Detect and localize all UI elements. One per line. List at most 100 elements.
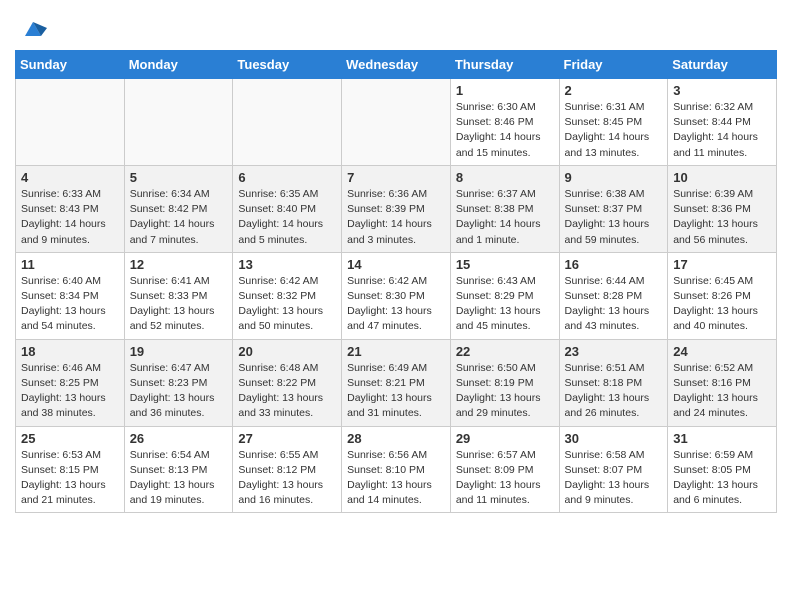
day-number: 27 [238, 431, 336, 446]
day-number: 15 [456, 257, 554, 272]
day-number: 7 [347, 170, 445, 185]
calendar-cell: 29 Sunrise: 6:57 AMSunset: 8:09 PMDayligh… [450, 426, 559, 513]
calendar-cell: 22 Sunrise: 6:50 AMSunset: 8:19 PMDayligh… [450, 339, 559, 426]
day-number: 12 [130, 257, 228, 272]
day-detail: Sunrise: 6:44 AMSunset: 8:28 PMDaylight:… [565, 274, 663, 335]
calendar-cell: 20Sunrise: 6:48 AMSunset: 8:22 PMDayligh… [233, 339, 342, 426]
day-detail: Sunrise: 6:51 AMSunset: 8:18 PMDaylight:… [565, 361, 663, 422]
day-number: 30 [565, 431, 663, 446]
calendar-cell: 2 Sunrise: 6:31 AMSunset: 8:45 PMDaylight… [559, 79, 668, 166]
day-number: 23 [565, 344, 663, 359]
day-number: 31 [673, 431, 771, 446]
calendar-cell: 30 Sunrise: 6:58 AMSunset: 8:07 PMDayligh… [559, 426, 668, 513]
day-number: 14 [347, 257, 445, 272]
calendar-cell [342, 79, 451, 166]
day-detail: Sunrise: 6:33 AMSunset: 8:43 PMDaylight:… [21, 187, 119, 248]
column-header-wednesday: Wednesday [342, 51, 451, 79]
day-number: 22 [456, 344, 554, 359]
calendar-week-row: 1 Sunrise: 6:30 AMSunset: 8:46 PMDaylight… [16, 79, 777, 166]
day-detail: Sunrise: 6:58 AMSunset: 8:07 PMDaylight:… [565, 448, 663, 509]
calendar-week-row: 18 Sunrise: 6:46 AMSunset: 8:25 PMDayligh… [16, 339, 777, 426]
day-detail: Sunrise: 6:54 AMSunset: 8:13 PMDaylight:… [130, 448, 228, 509]
day-number: 6 [238, 170, 336, 185]
column-header-thursday: Thursday [450, 51, 559, 79]
calendar-cell: 31 Sunrise: 6:59 AMSunset: 8:05 PMDayligh… [668, 426, 777, 513]
day-number: 18 [21, 344, 119, 359]
calendar-cell: 23 Sunrise: 6:51 AMSunset: 8:18 PMDayligh… [559, 339, 668, 426]
column-header-friday: Friday [559, 51, 668, 79]
day-number: 24 [673, 344, 771, 359]
day-detail: Sunrise: 6:40 AMSunset: 8:34 PMDaylight:… [21, 274, 119, 335]
day-detail: Sunrise: 6:56 AMSunset: 8:10 PMDaylight:… [347, 448, 445, 509]
day-number: 9 [565, 170, 663, 185]
page-header [15, 10, 777, 42]
day-detail: Sunrise: 6:35 AMSunset: 8:40 PMDaylight:… [238, 187, 336, 248]
calendar-header-row: SundayMondayTuesdayWednesdayThursdayFrid… [16, 51, 777, 79]
calendar-cell: 19 Sunrise: 6:47 AMSunset: 8:23 PMDayligh… [124, 339, 233, 426]
day-number: 17 [673, 257, 771, 272]
calendar-cell: 12 Sunrise: 6:41 AMSunset: 8:33 PMDayligh… [124, 252, 233, 339]
day-detail: Sunrise: 6:48 AMSunset: 8:22 PMDaylight:… [238, 361, 336, 422]
day-detail: Sunrise: 6:50 AMSunset: 8:19 PMDaylight:… [456, 361, 554, 422]
day-detail: Sunrise: 6:38 AMSunset: 8:37 PMDaylight:… [565, 187, 663, 248]
day-number: 21 [347, 344, 445, 359]
calendar-cell: 14Sunrise: 6:42 AMSunset: 8:30 PMDayligh… [342, 252, 451, 339]
day-number: 26 [130, 431, 228, 446]
calendar-cell: 21 Sunrise: 6:49 AMSunset: 8:21 PMDayligh… [342, 339, 451, 426]
calendar-cell: 24 Sunrise: 6:52 AMSunset: 8:16 PMDayligh… [668, 339, 777, 426]
calendar-cell: 16 Sunrise: 6:44 AMSunset: 8:28 PMDayligh… [559, 252, 668, 339]
calendar-cell [124, 79, 233, 166]
calendar-week-row: 11 Sunrise: 6:40 AMSunset: 8:34 PMDayligh… [16, 252, 777, 339]
day-detail: Sunrise: 6:34 AMSunset: 8:42 PMDaylight:… [130, 187, 228, 248]
day-detail: Sunrise: 6:46 AMSunset: 8:25 PMDaylight:… [21, 361, 119, 422]
calendar-cell [233, 79, 342, 166]
calendar-cell: 11 Sunrise: 6:40 AMSunset: 8:34 PMDayligh… [16, 252, 125, 339]
day-detail: Sunrise: 6:57 AMSunset: 8:09 PMDaylight:… [456, 448, 554, 509]
day-detail: Sunrise: 6:45 AMSunset: 8:26 PMDaylight:… [673, 274, 771, 335]
calendar-cell: 25 Sunrise: 6:53 AMSunset: 8:15 PMDayligh… [16, 426, 125, 513]
calendar-week-row: 25 Sunrise: 6:53 AMSunset: 8:15 PMDayligh… [16, 426, 777, 513]
day-detail: Sunrise: 6:47 AMSunset: 8:23 PMDaylight:… [130, 361, 228, 422]
column-header-saturday: Saturday [668, 51, 777, 79]
column-header-sunday: Sunday [16, 51, 125, 79]
day-detail: Sunrise: 6:31 AMSunset: 8:45 PMDaylight:… [565, 100, 663, 161]
day-detail: Sunrise: 6:43 AMSunset: 8:29 PMDaylight:… [456, 274, 554, 335]
day-number: 5 [130, 170, 228, 185]
day-number: 25 [21, 431, 119, 446]
calendar-cell: 13 Sunrise: 6:42 AMSunset: 8:32 PMDayligh… [233, 252, 342, 339]
calendar-cell: 5 Sunrise: 6:34 AMSunset: 8:42 PMDaylight… [124, 165, 233, 252]
day-number: 1 [456, 83, 554, 98]
calendar-cell: 7Sunrise: 6:36 AMSunset: 8:39 PMDaylight… [342, 165, 451, 252]
day-number: 19 [130, 344, 228, 359]
day-number: 11 [21, 257, 119, 272]
day-number: 3 [673, 83, 771, 98]
day-detail: Sunrise: 6:37 AMSunset: 8:38 PMDaylight:… [456, 187, 554, 248]
day-detail: Sunrise: 6:39 AMSunset: 8:36 PMDaylight:… [673, 187, 771, 248]
logo-icon [19, 14, 47, 42]
day-detail: Sunrise: 6:42 AMSunset: 8:32 PMDaylight:… [238, 274, 336, 335]
day-number: 16 [565, 257, 663, 272]
day-number: 4 [21, 170, 119, 185]
calendar-cell: 4 Sunrise: 6:33 AMSunset: 8:43 PMDaylight… [16, 165, 125, 252]
day-detail: Sunrise: 6:41 AMSunset: 8:33 PMDaylight:… [130, 274, 228, 335]
day-detail: Sunrise: 6:53 AMSunset: 8:15 PMDaylight:… [21, 448, 119, 509]
day-number: 28 [347, 431, 445, 446]
calendar-cell: 8 Sunrise: 6:37 AMSunset: 8:38 PMDaylight… [450, 165, 559, 252]
calendar-cell: 28 Sunrise: 6:56 AMSunset: 8:10 PMDayligh… [342, 426, 451, 513]
calendar-cell: 6 Sunrise: 6:35 AMSunset: 8:40 PMDaylight… [233, 165, 342, 252]
day-number: 2 [565, 83, 663, 98]
day-number: 8 [456, 170, 554, 185]
day-detail: Sunrise: 6:49 AMSunset: 8:21 PMDaylight:… [347, 361, 445, 422]
column-header-monday: Monday [124, 51, 233, 79]
calendar-cell: 1 Sunrise: 6:30 AMSunset: 8:46 PMDaylight… [450, 79, 559, 166]
day-detail: Sunrise: 6:52 AMSunset: 8:16 PMDaylight:… [673, 361, 771, 422]
day-detail: Sunrise: 6:59 AMSunset: 8:05 PMDaylight:… [673, 448, 771, 509]
day-number: 13 [238, 257, 336, 272]
day-detail: Sunrise: 6:55 AMSunset: 8:12 PMDaylight:… [238, 448, 336, 509]
calendar-week-row: 4 Sunrise: 6:33 AMSunset: 8:43 PMDaylight… [16, 165, 777, 252]
calendar-cell: 9 Sunrise: 6:38 AMSunset: 8:37 PMDaylight… [559, 165, 668, 252]
day-number: 29 [456, 431, 554, 446]
day-number: 10 [673, 170, 771, 185]
calendar-cell: 17 Sunrise: 6:45 AMSunset: 8:26 PMDayligh… [668, 252, 777, 339]
day-detail: Sunrise: 6:30 AMSunset: 8:46 PMDaylight:… [456, 100, 554, 161]
